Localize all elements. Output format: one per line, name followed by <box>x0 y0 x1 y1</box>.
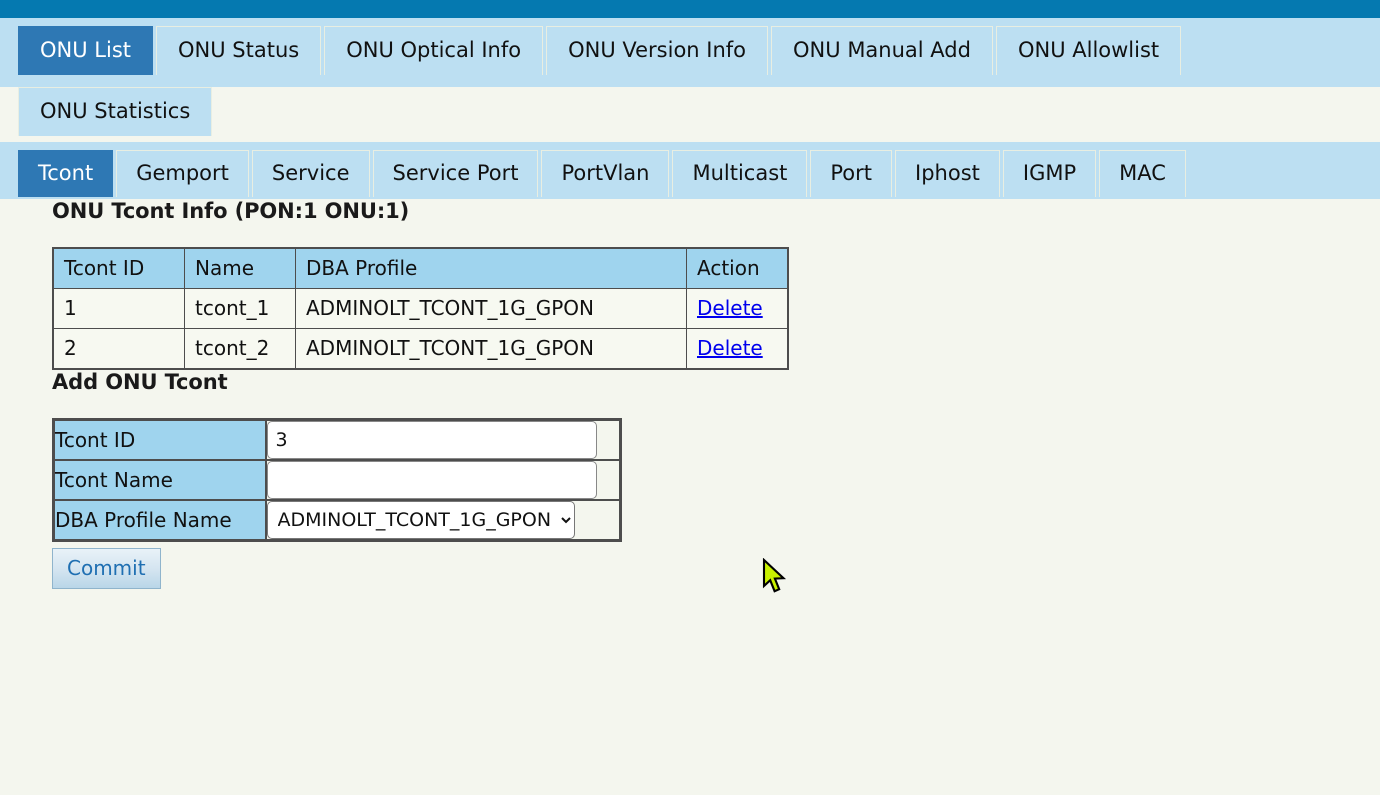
tcont-info-table: Tcont ID Name DBA Profile Action 1 tcont… <box>52 247 789 370</box>
tab-onu-optical-info[interactable]: ONU Optical Info <box>324 26 543 75</box>
tcont-name-input[interactable] <box>267 461 597 499</box>
subtab-port[interactable]: Port <box>810 150 892 197</box>
cell-action: Delete <box>687 289 789 329</box>
cell-tcont-id: 1 <box>53 289 185 329</box>
column-header-tcont-id: Tcont ID <box>53 248 185 289</box>
tab-onu-status[interactable]: ONU Status <box>156 26 321 75</box>
dba-profile-select[interactable]: ADMINOLT_TCONT_1G_GPON <box>267 501 575 539</box>
subtab-service[interactable]: Service <box>252 150 370 197</box>
subtab-gemport[interactable]: Gemport <box>116 150 249 197</box>
primary-tab-band-row1: ONU List ONU Status ONU Optical Info ONU… <box>0 18 1380 87</box>
column-header-action: Action <box>687 248 789 289</box>
subtab-igmp[interactable]: IGMP <box>1003 150 1096 197</box>
primary-tab-row-1: ONU List ONU Status ONU Optical Info ONU… <box>0 18 1380 75</box>
label-tcont-name: Tcont Name <box>54 460 266 500</box>
table-row: 2 tcont_2 ADMINOLT_TCONT_1G_GPON Delete <box>53 329 788 370</box>
form-row-tcont-name: Tcont Name <box>54 460 621 500</box>
tab-onu-list[interactable]: ONU List <box>18 26 153 75</box>
add-tcont-form-table: Tcont ID Tcont Name DBA Profile Name ADM… <box>52 418 622 542</box>
field-tcont-name <box>266 460 621 500</box>
secondary-tab-band: Tcont Gemport Service Service Port PortV… <box>0 142 1380 199</box>
top-color-bar <box>0 0 1380 18</box>
table-row: 1 tcont_1 ADMINOLT_TCONT_1G_GPON Delete <box>53 289 788 329</box>
cell-name: tcont_2 <box>185 329 296 370</box>
secondary-tab-row: Tcont Gemport Service Service Port PortV… <box>0 142 1380 197</box>
cell-tcont-id: 2 <box>53 329 185 370</box>
primary-tab-band-row2: ONU Statistics <box>0 87 1380 142</box>
main-content: ONU Tcont Info (PON:1 ONU:1) Tcont ID Na… <box>0 199 1380 589</box>
cell-name: tcont_1 <box>185 289 296 329</box>
field-dba-profile-name: ADMINOLT_TCONT_1G_GPON <box>266 500 621 541</box>
subtab-multicast[interactable]: Multicast <box>672 150 807 197</box>
tab-onu-version-info[interactable]: ONU Version Info <box>546 26 768 75</box>
cell-dba-profile: ADMINOLT_TCONT_1G_GPON <box>296 329 687 370</box>
label-dba-profile-name: DBA Profile Name <box>54 500 266 541</box>
subtab-mac[interactable]: MAC <box>1099 150 1186 197</box>
add-section-title: Add ONU Tcont <box>52 370 1380 394</box>
cell-action: Delete <box>687 329 789 370</box>
tab-onu-manual-add[interactable]: ONU Manual Add <box>771 26 993 75</box>
delete-link[interactable]: Delete <box>697 336 763 360</box>
delete-link[interactable]: Delete <box>697 296 763 320</box>
form-row-dba-profile: DBA Profile Name ADMINOLT_TCONT_1G_GPON <box>54 500 621 541</box>
form-row-tcont-id: Tcont ID <box>54 420 621 461</box>
cell-dba-profile: ADMINOLT_TCONT_1G_GPON <box>296 289 687 329</box>
column-header-dba-profile: DBA Profile <box>296 248 687 289</box>
tcont-id-input[interactable] <box>267 421 597 459</box>
info-section-title: ONU Tcont Info (PON:1 ONU:1) <box>52 199 1380 223</box>
commit-button[interactable]: Commit <box>52 548 161 589</box>
subtab-tcont[interactable]: Tcont <box>18 150 113 197</box>
primary-tab-row-2: ONU Statistics <box>0 87 1380 136</box>
subtab-iphost[interactable]: Iphost <box>895 150 1000 197</box>
table-header-row: Tcont ID Name DBA Profile Action <box>53 248 788 289</box>
field-tcont-id <box>266 420 621 461</box>
label-tcont-id: Tcont ID <box>54 420 266 461</box>
subtab-portvlan[interactable]: PortVlan <box>541 150 669 197</box>
subtab-service-port[interactable]: Service Port <box>373 150 539 197</box>
column-header-name: Name <box>185 248 296 289</box>
tab-onu-allowlist[interactable]: ONU Allowlist <box>996 26 1181 75</box>
tab-onu-statistics[interactable]: ONU Statistics <box>18 87 212 136</box>
